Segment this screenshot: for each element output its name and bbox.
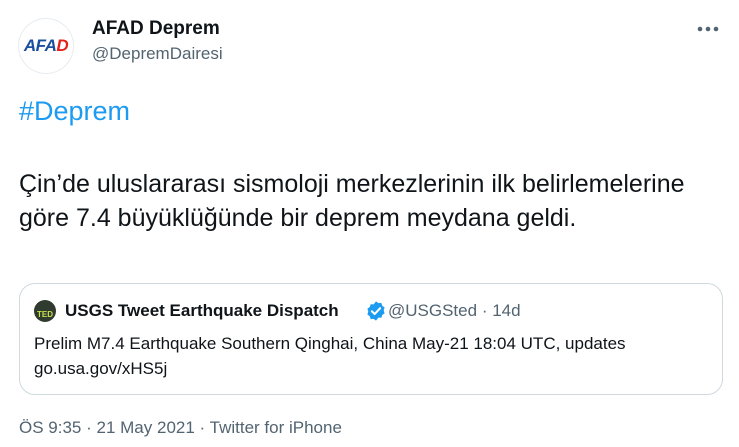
tweet-text: Çin’de uluslararası sismoloji merkezleri…	[19, 170, 685, 232]
tweet-date[interactable]: 21 May 2021	[97, 418, 195, 437]
quoted-author-avatar: TED	[34, 300, 56, 322]
author-handle[interactable]: @DepremDairesi	[92, 44, 223, 64]
more-options-icon[interactable]	[695, 16, 721, 42]
verified-badge-icon	[365, 300, 387, 322]
author-avatar[interactable]: AFAD	[18, 18, 74, 74]
quoted-tweet-age: 14d	[492, 301, 521, 320]
quoted-tweet-card[interactable]: TED USGS Tweet Earthquake Dispatch @USGS…	[19, 283, 723, 395]
quoted-meta: @USGSted · 14d	[388, 301, 521, 321]
afad-logo-text: AFAD	[23, 36, 69, 55]
tweet-source-link[interactable]: Twitter for iPhone	[210, 418, 342, 437]
afad-logo: AFAD	[23, 36, 69, 56]
afad-logo-accent: D	[56, 36, 69, 55]
quoted-author-handle: @USGSted	[388, 301, 478, 320]
quoted-avatar-text: TED	[37, 310, 53, 319]
timestamp-separator: ·	[199, 418, 206, 437]
author-display-name[interactable]: AFAD Deprem	[92, 18, 220, 40]
tweet-time[interactable]: ÖS 9:35	[19, 418, 81, 437]
quoted-meta-separator: ·	[481, 301, 488, 320]
hashtag-link[interactable]: #Deprem	[19, 96, 130, 127]
quoted-tweet-text: Prelim M7.4 Earthquake Southern Qinghai,…	[34, 334, 626, 378]
timestamp-separator: ·	[86, 418, 92, 437]
tweet-timestamp-row: ÖS 9:35 · 21 May 2021 · Twitter for iPho…	[19, 418, 342, 438]
quoted-author-name: USGS Tweet Earthquake Dispatch	[65, 301, 339, 320]
